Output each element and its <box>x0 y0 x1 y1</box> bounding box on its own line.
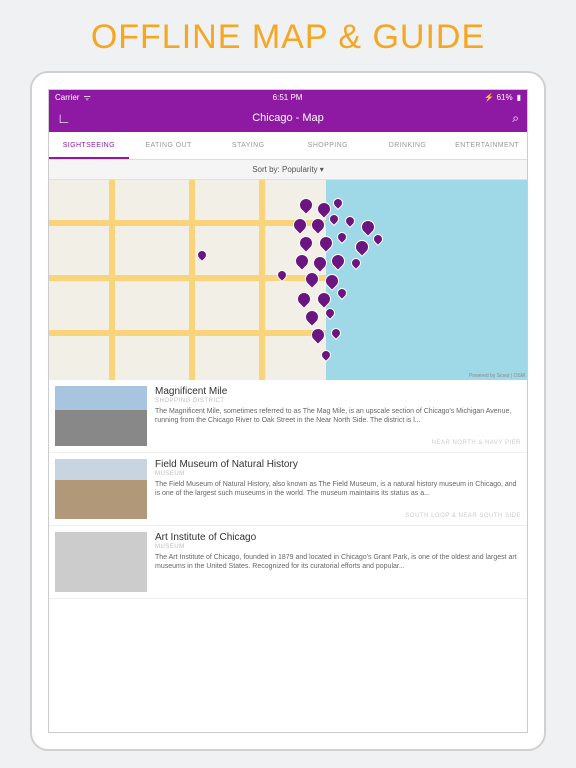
poi-description: The Art Institute of Chicago, founded in… <box>155 553 521 572</box>
map-pin-icon[interactable] <box>308 325 328 345</box>
map-road <box>189 180 195 380</box>
map-pin-icon[interactable] <box>308 215 328 235</box>
poi-description: The Field Museum of Natural History, als… <box>155 480 521 499</box>
poi-category: MUSEUM <box>155 544 521 550</box>
map-pin-icon[interactable] <box>296 233 316 253</box>
poi-description: The Magnificent Mile, sometimes referred… <box>155 407 521 426</box>
status-bar: Carrier ᯤ 6:51 PM ⚡ 61% ▮ <box>49 90 527 104</box>
map-road <box>109 180 115 380</box>
map-attribution: Powered by Scout | OSM <box>469 373 525 379</box>
search-icon[interactable]: ⌕ <box>512 111 519 126</box>
poi-name: Art Institute of Chicago <box>155 532 521 543</box>
map-water <box>326 180 527 380</box>
thumbnail <box>55 386 147 446</box>
poi-area: NEAR NORTH & NAVY PIER <box>155 440 521 446</box>
map-pin-icon[interactable] <box>195 248 209 262</box>
map-pin-icon[interactable] <box>296 195 316 215</box>
tab-sightseeing[interactable]: SIGHTSEEING <box>49 132 129 159</box>
map-pin-icon[interactable] <box>290 215 310 235</box>
map-road <box>49 220 326 226</box>
battery-pct: ⚡ 61% <box>484 93 512 102</box>
clock: 6:51 PM <box>273 93 303 102</box>
poi-name: Magnificent Mile <box>155 386 521 397</box>
poi-category: SHOPPING DISTRICT <box>155 398 521 404</box>
page-banner: OFFLINE MAP & GUIDE <box>0 0 576 71</box>
tablet-frame: Carrier ᯤ 6:51 PM ⚡ 61% ▮ ∟ Chicago - Ma… <box>30 71 546 751</box>
nav-title: Chicago - Map <box>252 112 324 124</box>
device-screen: Carrier ᯤ 6:51 PM ⚡ 61% ▮ ∟ Chicago - Ma… <box>48 89 528 733</box>
carrier-label: Carrier <box>55 93 79 102</box>
map-road <box>49 330 326 336</box>
map-pin-icon[interactable] <box>292 251 312 271</box>
list-item[interactable]: Magnificent Mile SHOPPING DISTRICT The M… <box>49 380 527 453</box>
poi-area: SOUTH LOOP & NEAR SOUTH SIDE <box>155 513 521 519</box>
poi-list: Magnificent Mile SHOPPING DISTRICT The M… <box>49 380 527 732</box>
back-icon[interactable]: ∟ <box>57 110 71 126</box>
sort-dropdown[interactable]: Sort by: Popularity ▾ <box>49 160 527 180</box>
tab-eating-out[interactable]: EATING OUT <box>129 132 209 159</box>
map-view[interactable]: Powered by Scout | OSM <box>49 180 527 380</box>
tab-shopping[interactable]: SHOPPING <box>288 132 368 159</box>
nav-bar: ∟ Chicago - Map ⌕ <box>49 104 527 132</box>
tab-entertainment[interactable]: ENTERTAINMENT <box>447 132 527 159</box>
thumbnail <box>55 532 147 592</box>
map-pin-icon[interactable] <box>294 289 314 309</box>
map-road <box>259 180 265 380</box>
list-item[interactable]: Field Museum of Natural History MUSEUM T… <box>49 453 527 526</box>
tab-drinking[interactable]: DRINKING <box>368 132 448 159</box>
poi-name: Field Museum of Natural History <box>155 459 521 470</box>
list-item[interactable]: Art Institute of Chicago MUSEUM The Art … <box>49 526 527 599</box>
wifi-icon: ᯤ <box>83 92 90 103</box>
battery-icon: ▮ <box>517 93 521 102</box>
category-tabs: SIGHTSEEING EATING OUT STAYING SHOPPING … <box>49 132 527 160</box>
map-pin-icon[interactable] <box>302 307 322 327</box>
tab-staying[interactable]: STAYING <box>208 132 288 159</box>
poi-category: MUSEUM <box>155 471 521 477</box>
thumbnail <box>55 459 147 519</box>
